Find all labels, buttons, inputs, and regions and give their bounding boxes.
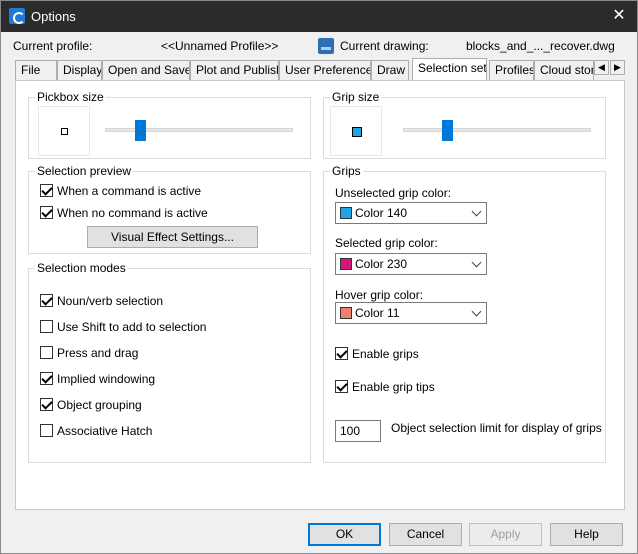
- apply-button[interactable]: Apply: [469, 523, 542, 546]
- noun-verb-selection-label: Noun/verb selection: [57, 294, 164, 308]
- hover-grip-color-dropdown[interactable]: Color 11: [335, 302, 487, 324]
- tab-label: Display: [63, 63, 102, 77]
- options-dialog: Options ✕ Current profile: <<Unnamed Pro…: [0, 0, 638, 554]
- tab-file[interactable]: File: [15, 60, 57, 80]
- tab-label: Plot and Publish: [196, 63, 279, 77]
- when-no-command-active-label: When no command is active: [57, 206, 208, 220]
- app-logo-icon: [9, 8, 25, 24]
- chevron-down-icon: [471, 306, 482, 317]
- object-grouping-checkbox[interactable]: [40, 398, 53, 411]
- press-and-drag-label: Press and drag: [57, 346, 139, 360]
- tab-draw[interactable]: Draw: [371, 60, 409, 80]
- tab-label: Profiles: [495, 63, 534, 77]
- enable-grips-label: Enable grips: [352, 347, 419, 361]
- selected-grip-color-label: Selected grip color:: [335, 236, 438, 250]
- hover-grip-color-label: Hover grip color:: [335, 288, 424, 302]
- unselected-color-swatch: [340, 207, 352, 219]
- tab-selection-set[interactable]: Selection set: [412, 58, 487, 80]
- grips-group: Grips Unselected grip color: Color 140 S…: [323, 164, 606, 463]
- tab-label: Open and Save: [108, 63, 190, 77]
- grip-limit-input[interactable]: 100: [335, 420, 381, 442]
- unselected-grip-color-dropdown[interactable]: Color 140: [335, 202, 487, 224]
- tab-display[interactable]: Display: [57, 60, 102, 80]
- pickbox-size-title: Pickbox size: [35, 90, 106, 104]
- tab-profiles[interactable]: Profiles: [489, 60, 534, 80]
- use-shift-checkbox[interactable]: [40, 320, 53, 333]
- pickbox-square-icon: [61, 128, 68, 135]
- when-command-active-checkbox[interactable]: [40, 184, 53, 197]
- noun-verb-selection-checkbox[interactable]: [40, 294, 53, 307]
- grip-size-slider-thumb[interactable]: [441, 120, 453, 141]
- grip-limit-label: Object selection limit for display of gr…: [391, 421, 602, 435]
- grip-size-title: Grip size: [330, 90, 382, 104]
- tab-label: Draw: [377, 63, 406, 77]
- current-drawing-value: blocks_and_..._recover.dwg: [466, 39, 615, 53]
- tab-plot-and-publish[interactable]: Plot and Publish: [190, 60, 279, 80]
- pickbox-size-group: Pickbox size: [28, 90, 311, 159]
- selection-modes-title: Selection modes: [35, 261, 128, 275]
- enable-grip-tips-checkbox[interactable]: [335, 380, 348, 393]
- selected-grip-color-dropdown[interactable]: Color 230: [335, 253, 487, 275]
- visual-effect-settings-button[interactable]: Visual Effect Settings...: [87, 226, 258, 248]
- enable-grips-checkbox[interactable]: [335, 347, 348, 360]
- tab-label: File: [21, 63, 41, 77]
- hover-color-value: Color 11: [355, 306, 400, 320]
- pickbox-preview: [38, 106, 90, 156]
- grip-square-icon: [352, 127, 362, 137]
- associative-hatch-label: Associative Hatch: [57, 424, 153, 438]
- current-profile-label: Current profile:: [13, 39, 93, 53]
- grip-size-group: Grip size: [323, 90, 606, 159]
- title-bar: Options ✕: [1, 1, 637, 32]
- enable-grip-tips-label: Enable grip tips: [352, 380, 435, 394]
- tab-label: Cloud stora: [540, 63, 593, 77]
- grips-title: Grips: [330, 164, 363, 178]
- use-shift-label: Use Shift to add to selection: [57, 320, 207, 334]
- grip-preview: [330, 106, 382, 156]
- object-grouping-label: Object grouping: [57, 398, 142, 412]
- tab-strip: File Display Open and Save Plot and Publ…: [15, 58, 625, 80]
- chevron-down-icon: [471, 257, 482, 268]
- selection-preview-title: Selection preview: [35, 164, 134, 178]
- implied-windowing-label: Implied windowing: [57, 372, 156, 386]
- window-title: Options: [31, 9, 76, 24]
- when-no-command-active-checkbox[interactable]: [40, 206, 53, 219]
- selection-modes-group: Selection modes Noun/verb selection Use …: [28, 261, 311, 463]
- tab-user-preferences[interactable]: User Preferences: [279, 60, 371, 80]
- tab-scroll-left-icon[interactable]: ◀: [594, 60, 609, 75]
- current-profile-value: <<Unnamed Profile>>: [161, 39, 279, 53]
- selected-color-value: Color 230: [355, 257, 408, 271]
- cancel-button[interactable]: Cancel: [389, 523, 462, 546]
- implied-windowing-checkbox[interactable]: [40, 372, 53, 385]
- selection-preview-group: Selection preview When a command is acti…: [28, 164, 311, 254]
- chevron-down-icon: [471, 206, 482, 217]
- pickbox-slider-thumb[interactable]: [135, 120, 147, 141]
- tab-label: User Preferences: [285, 63, 371, 77]
- selection-set-panel: Pickbox size Selection preview When a co…: [15, 80, 625, 510]
- help-button[interactable]: Help: [550, 523, 623, 546]
- unselected-color-value: Color 140: [355, 206, 408, 220]
- pickbox-slider-track[interactable]: [105, 128, 293, 132]
- tab-open-and-save[interactable]: Open and Save: [102, 60, 190, 80]
- tab-cloud-storage[interactable]: Cloud stora: [534, 60, 594, 80]
- close-icon[interactable]: ✕: [607, 5, 631, 27]
- tab-label: Selection set: [418, 61, 487, 75]
- associative-hatch-checkbox[interactable]: [40, 424, 53, 437]
- drawing-file-icon: [318, 38, 334, 54]
- selected-color-swatch: [340, 258, 352, 270]
- press-and-drag-checkbox[interactable]: [40, 346, 53, 359]
- unselected-grip-color-label: Unselected grip color:: [335, 186, 452, 200]
- tab-scroll-right-icon[interactable]: ▶: [610, 60, 625, 75]
- grip-size-slider-track[interactable]: [403, 128, 591, 132]
- when-command-active-label: When a command is active: [57, 184, 202, 198]
- hover-color-swatch: [340, 307, 352, 319]
- current-drawing-label: Current drawing:: [340, 39, 429, 53]
- ok-button[interactable]: OK: [308, 523, 381, 546]
